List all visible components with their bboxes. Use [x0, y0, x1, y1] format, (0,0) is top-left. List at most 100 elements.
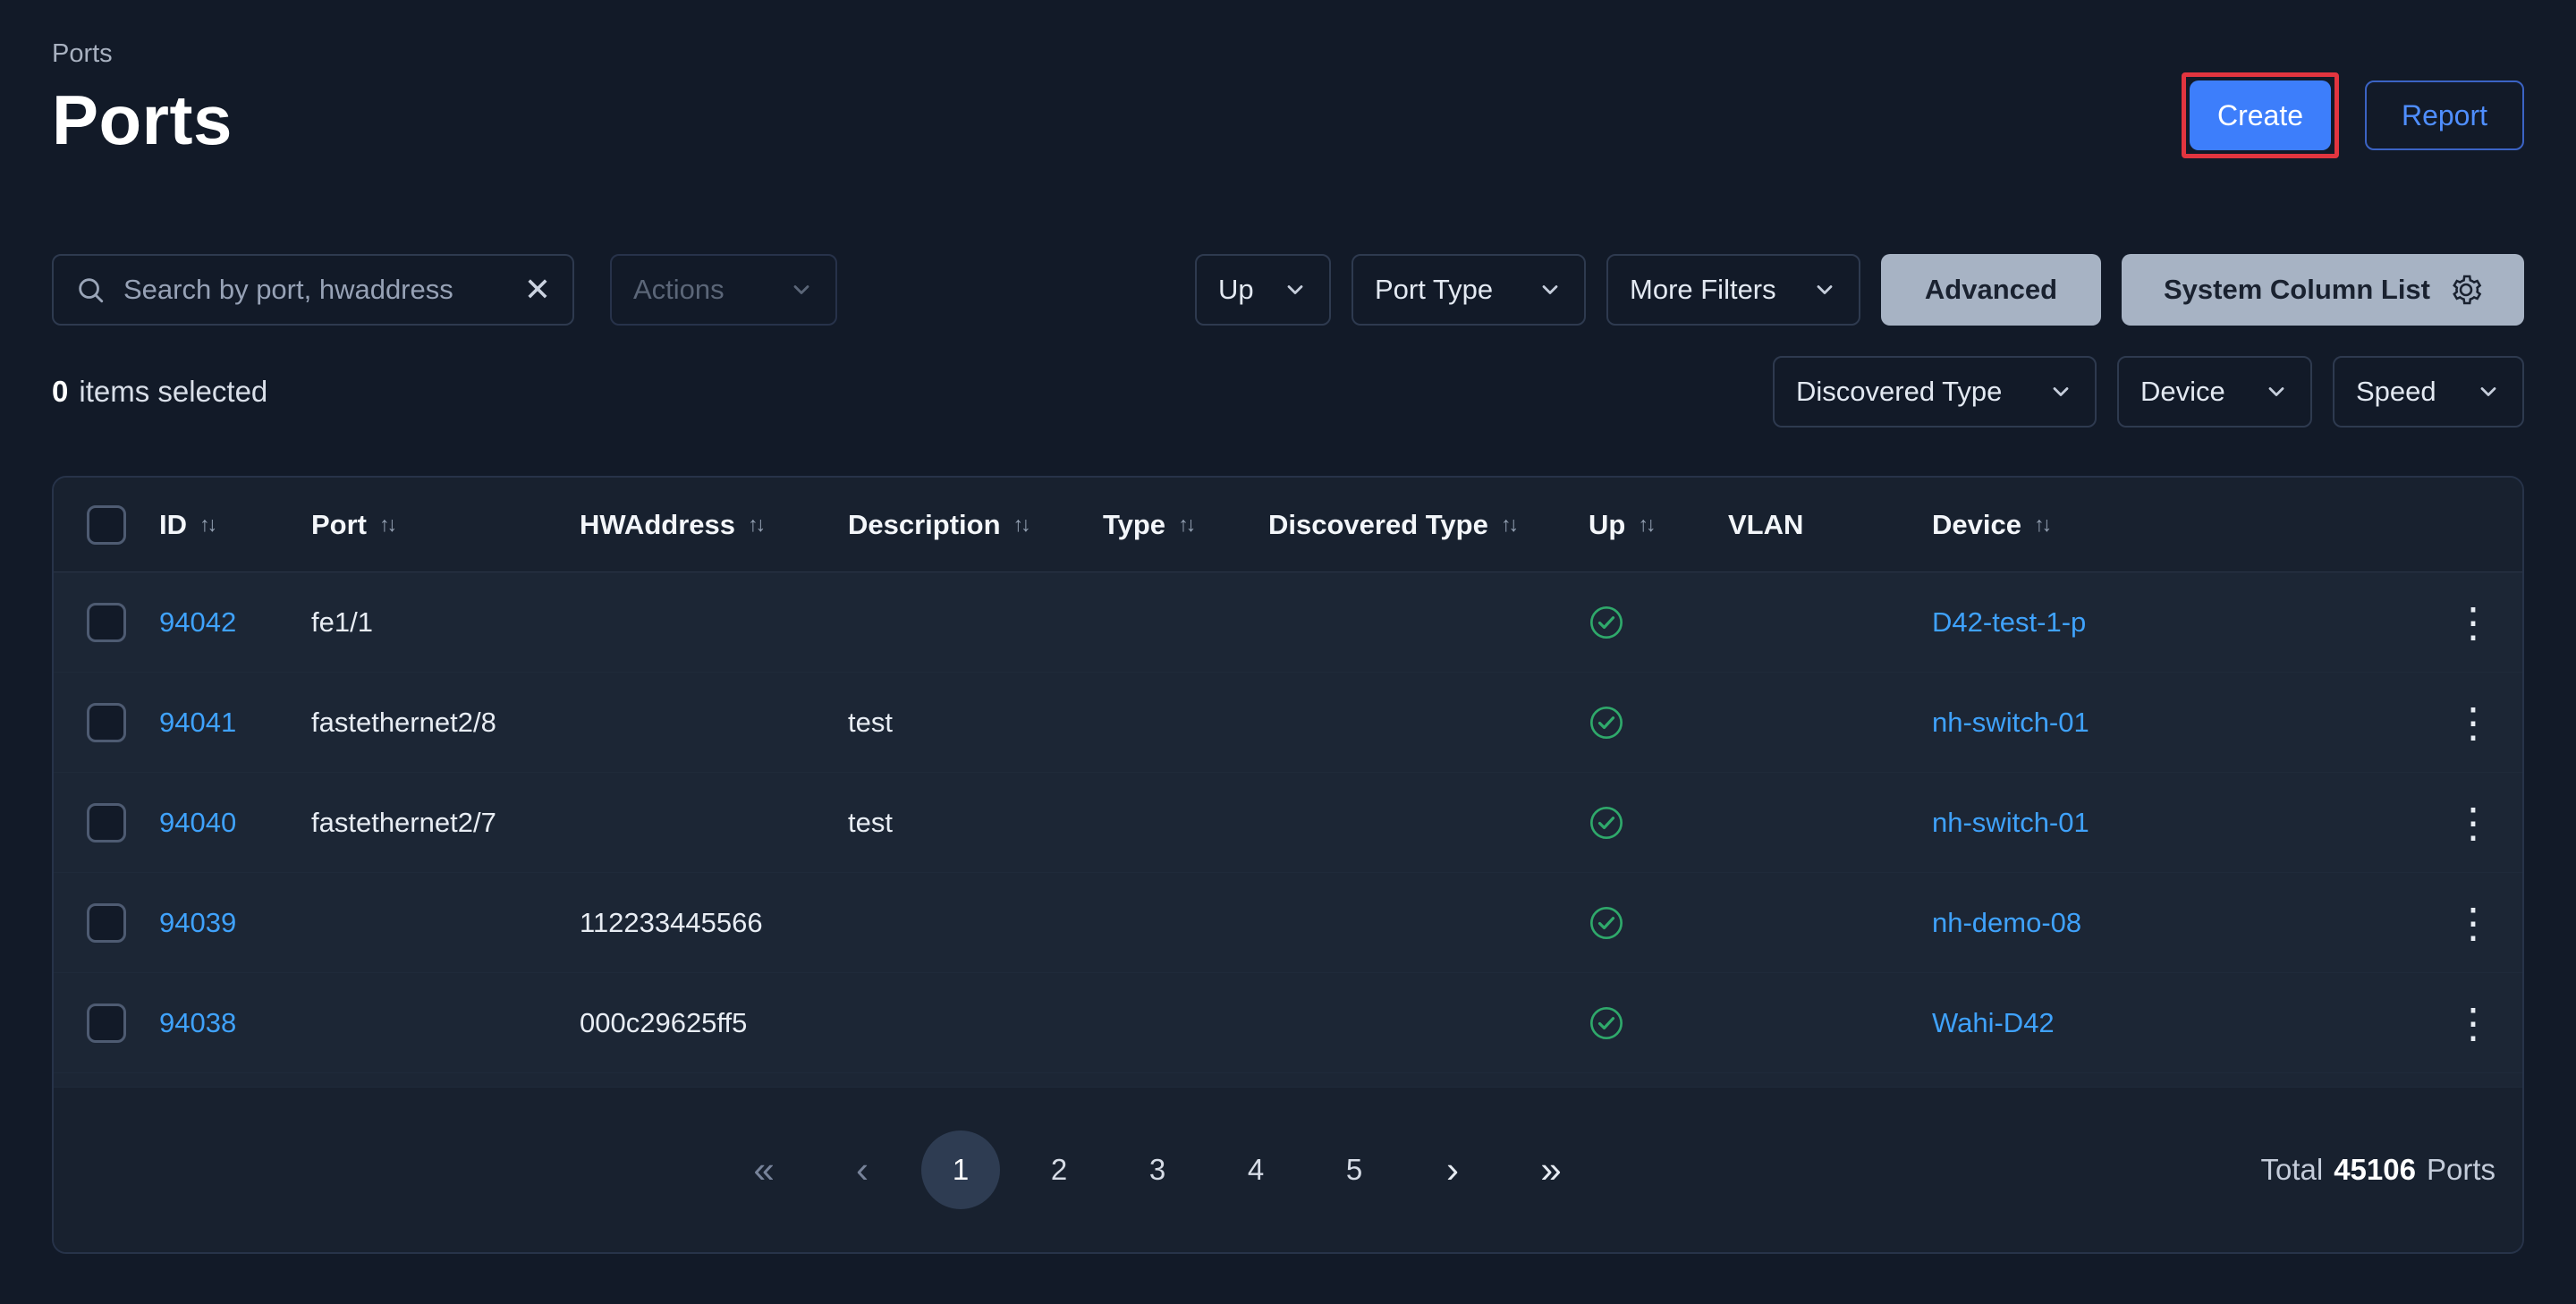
speed-filter-dropdown[interactable]: Speed: [2333, 356, 2524, 428]
description-cell: test: [848, 807, 1103, 839]
sort-icon[interactable]: ↑↓: [199, 512, 215, 537]
column-header-port[interactable]: Port ↑↓: [311, 509, 580, 541]
sort-icon[interactable]: ↑↓: [379, 512, 394, 537]
port-cell: fastethernet2/7: [311, 807, 580, 839]
page-button-5[interactable]: 5: [1315, 1130, 1394, 1209]
port-id-link[interactable]: 94038: [159, 1007, 311, 1039]
column-header-discovered-type[interactable]: Discovered Type ↑↓: [1268, 509, 1589, 541]
page-button-4[interactable]: 4: [1216, 1130, 1295, 1209]
column-header-up-label: Up: [1589, 509, 1625, 541]
up-status-check-icon: [1589, 905, 1728, 941]
discovered-type-filter-dropdown[interactable]: Discovered Type: [1773, 356, 2097, 428]
create-button-wrap: Create: [2190, 80, 2331, 150]
table-row: 94041 fastethernet2/8 test nh-switch-01 …: [54, 673, 2522, 773]
more-filters-dropdown[interactable]: More Filters: [1606, 254, 1860, 326]
chevron-down-icon: [2048, 379, 2073, 404]
page-button-3[interactable]: 3: [1118, 1130, 1197, 1209]
ports-table-card: ID ↑↓ Port ↑↓ HWAddress ↑↓ Description ↑…: [52, 476, 2524, 1254]
sort-icon[interactable]: ↑↓: [1178, 512, 1193, 537]
column-header-description[interactable]: Description ↑↓: [848, 509, 1103, 541]
search-box: ✕: [52, 254, 574, 326]
up-filter-dropdown[interactable]: Up: [1195, 254, 1331, 326]
sort-icon[interactable]: ↑↓: [1638, 512, 1653, 537]
next-page-button[interactable]: ›: [1413, 1130, 1492, 1209]
port-id-link[interactable]: 94039: [159, 907, 311, 939]
chevron-down-icon: [789, 277, 814, 302]
row-menu-kebab-icon[interactable]: ⋮: [2424, 1003, 2522, 1044]
search-icon: [75, 275, 106, 305]
device-link[interactable]: nh-switch-01: [1932, 807, 2424, 839]
table-row: 94038 000c29625ff5 Wahi-D42 ⋮: [54, 973, 2522, 1073]
row-checkbox[interactable]: [87, 603, 126, 642]
speed-filter-label: Speed: [2356, 376, 2436, 408]
row-checkbox[interactable]: [87, 703, 126, 742]
select-all-checkbox[interactable]: [87, 505, 126, 545]
port-type-filter-dropdown[interactable]: Port Type: [1352, 254, 1586, 326]
row-menu-kebab-icon[interactable]: ⋮: [2424, 702, 2522, 743]
page-button-1[interactable]: 1: [921, 1130, 1000, 1209]
breadcrumb[interactable]: Ports: [52, 39, 233, 69]
port-cell: fe1/1: [311, 606, 580, 639]
column-header-id[interactable]: ID ↑↓: [159, 509, 311, 541]
port-id-link[interactable]: 94042: [159, 606, 311, 639]
selection-count: 0 items selected: [52, 375, 267, 409]
discovered-type-filter-label: Discovered Type: [1796, 376, 2002, 408]
report-button[interactable]: Report: [2365, 80, 2524, 150]
table-cutoff-row: [54, 1073, 2522, 1088]
column-header-id-label: ID: [159, 509, 187, 541]
table-header-row: ID ↑↓ Port ↑↓ HWAddress ↑↓ Description ↑…: [54, 478, 2522, 572]
toolbar-right: Up Port Type More Filters Advanced Syste…: [1195, 254, 2524, 326]
actions-dropdown[interactable]: Actions: [610, 254, 837, 326]
total-suffix: Ports: [2427, 1153, 2496, 1187]
secondary-filters: Discovered Type Device Speed: [1773, 356, 2524, 428]
sort-icon[interactable]: ↑↓: [2034, 512, 2049, 537]
column-header-type[interactable]: Type ↑↓: [1103, 509, 1268, 541]
previous-page-button[interactable]: ‹: [823, 1130, 902, 1209]
chevron-down-icon: [1538, 277, 1563, 302]
device-link[interactable]: nh-switch-01: [1932, 707, 2424, 739]
advanced-button[interactable]: Advanced: [1881, 254, 2101, 326]
row-menu-kebab-icon[interactable]: ⋮: [2424, 602, 2522, 643]
port-id-link[interactable]: 94040: [159, 807, 311, 839]
total-count: Total 45106 Ports: [2260, 1153, 2496, 1187]
row-menu-kebab-icon[interactable]: ⋮: [2424, 802, 2522, 843]
device-filter-dropdown[interactable]: Device: [2117, 356, 2312, 428]
column-header-hwaddress-label: HWAddress: [580, 509, 735, 541]
column-header-up[interactable]: Up ↑↓: [1589, 509, 1728, 541]
total-value: 45106: [2334, 1153, 2416, 1187]
column-header-hwaddress[interactable]: HWAddress ↑↓: [580, 509, 848, 541]
up-status-check-icon: [1589, 1005, 1728, 1041]
sort-icon[interactable]: ↑↓: [1501, 512, 1516, 537]
device-filter-label: Device: [2140, 376, 2225, 408]
row-checkbox[interactable]: [87, 803, 126, 843]
row-checkbox[interactable]: [87, 1003, 126, 1043]
last-page-button[interactable]: »: [1512, 1130, 1590, 1209]
more-filters-label: More Filters: [1630, 274, 1776, 306]
device-link[interactable]: D42-test-1-p: [1932, 606, 2424, 639]
device-link[interactable]: nh-demo-08: [1932, 907, 2424, 939]
first-page-button[interactable]: «: [724, 1130, 803, 1209]
hwaddress-cell: 000c29625ff5: [580, 1007, 848, 1039]
selection-count-value: 0: [52, 375, 68, 409]
create-button[interactable]: Create: [2190, 80, 2331, 150]
system-column-list-label: System Column List: [2164, 274, 2430, 306]
table-row: 94042 fe1/1 D42-test-1-p ⋮: [54, 572, 2522, 673]
gear-icon: [2450, 274, 2482, 306]
column-header-discovered-type-label: Discovered Type: [1268, 509, 1488, 541]
sort-icon[interactable]: ↑↓: [1013, 512, 1029, 537]
port-id-link[interactable]: 94041: [159, 707, 311, 739]
sort-icon[interactable]: ↑↓: [748, 512, 763, 537]
column-header-description-label: Description: [848, 509, 1001, 541]
search-input[interactable]: [122, 273, 508, 307]
description-cell: test: [848, 707, 1103, 739]
device-link[interactable]: Wahi-D42: [1932, 1007, 2424, 1039]
clear-search-icon[interactable]: ✕: [524, 274, 551, 306]
page-button-2[interactable]: 2: [1020, 1130, 1098, 1209]
system-column-list-button[interactable]: System Column List: [2122, 254, 2524, 326]
row-menu-kebab-icon[interactable]: ⋮: [2424, 902, 2522, 944]
column-header-device-label: Device: [1932, 509, 2021, 541]
column-header-vlan-label: VLAN: [1728, 509, 1803, 541]
total-prefix: Total: [2260, 1153, 2323, 1187]
column-header-device[interactable]: Device ↑↓: [1932, 509, 2424, 541]
row-checkbox[interactable]: [87, 903, 126, 943]
